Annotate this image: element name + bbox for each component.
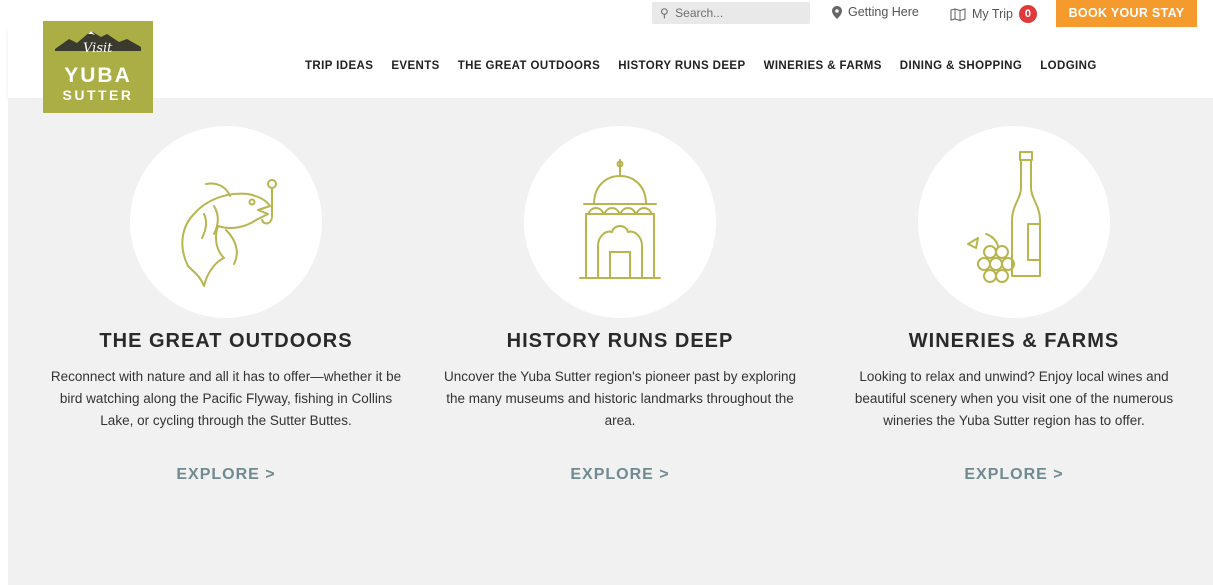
nav-lodging[interactable]: LODGING xyxy=(1040,60,1096,72)
logo-yuba-text: YUBA xyxy=(64,64,132,87)
getting-here-link[interactable]: Getting Here xyxy=(832,5,919,19)
book-your-stay-button[interactable]: BOOK YOUR STAY xyxy=(1056,0,1197,27)
map-pin-icon xyxy=(832,5,842,19)
search-placeholder: Search... xyxy=(675,6,724,20)
card-title: THE GREAT OUTDOORS xyxy=(99,330,353,352)
utility-bar: ⚲ Search... Getting Here My Trip 0 BOOK … xyxy=(0,0,1213,28)
card-description: Uncover the Yuba Sutter region's pioneer… xyxy=(443,369,797,428)
search-icon: ⚲ xyxy=(660,6,669,20)
main-nav: TRIP IDEAS EVENTS THE GREAT OUTDOORS HIS… xyxy=(305,60,1097,72)
card-description: Looking to relax and unwind? Enjoy local… xyxy=(854,369,1174,428)
map-icon xyxy=(950,7,966,21)
explore-link[interactable]: EXPLORE > xyxy=(26,466,426,484)
card-icon-circle xyxy=(524,126,716,318)
explore-link[interactable]: EXPLORE > xyxy=(814,466,1213,484)
trip-count-badge: 0 xyxy=(1018,5,1037,23)
wine-bottle-icon xyxy=(967,151,1041,283)
nav-history-runs-deep[interactable]: HISTORY RUNS DEEP xyxy=(618,60,745,72)
nav-great-outdoors[interactable]: THE GREAT OUTDOORS xyxy=(458,60,600,72)
nav-wineries-farms[interactable]: WINERIES & FARMS xyxy=(764,60,882,72)
my-trip-label: My Trip xyxy=(972,7,1013,21)
temple-icon xyxy=(579,159,661,279)
nav-dining-shopping[interactable]: DINING & SHOPPING xyxy=(900,60,1022,72)
card-description: Reconnect with nature and all it has to … xyxy=(50,369,402,428)
logo-sutter-text: SUTTER xyxy=(62,87,134,103)
my-trip-link[interactable]: My Trip 0 xyxy=(950,5,1037,23)
card-icon-circle xyxy=(918,126,1110,318)
card-icon-circle xyxy=(130,126,322,318)
logo[interactable]: Visit YUBA SUTTER xyxy=(43,21,153,113)
card-title: WINERIES & FARMS xyxy=(908,330,1120,352)
getting-here-label: Getting Here xyxy=(848,5,919,19)
explore-link[interactable]: EXPLORE > xyxy=(420,466,820,484)
logo-visit-text: Visit xyxy=(83,41,113,56)
fish-icon xyxy=(181,179,277,287)
card-title: HISTORY RUNS DEEP xyxy=(506,330,734,352)
feature-section: THE GREAT OUTDOORS Reconnect with nature… xyxy=(8,98,1213,585)
search-input[interactable]: ⚲ Search... xyxy=(652,2,810,24)
nav-events[interactable]: EVENTS xyxy=(391,60,439,72)
nav-trip-ideas[interactable]: TRIP IDEAS xyxy=(305,60,373,72)
